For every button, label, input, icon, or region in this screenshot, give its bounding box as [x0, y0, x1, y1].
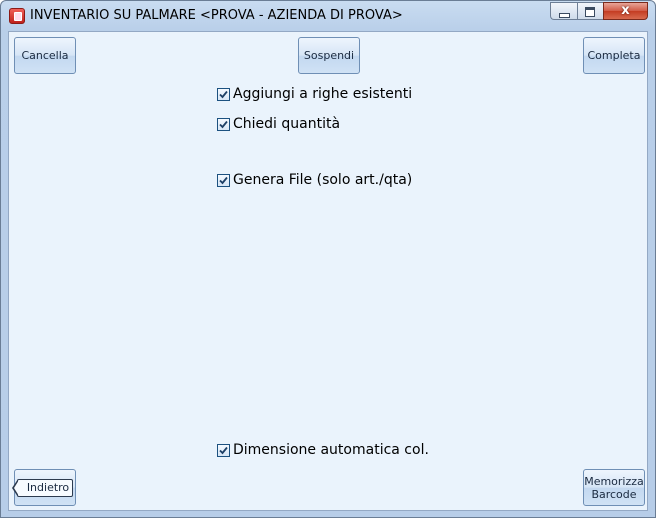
cancel-button[interactable]: Cancella [14, 37, 76, 74]
close-button[interactable]: x [603, 2, 648, 20]
maximize-button[interactable] [577, 2, 603, 20]
save-barcode-line1: Memorizza [584, 474, 644, 488]
checkbox-auto-column-size[interactable] [217, 443, 230, 457]
suspend-button[interactable]: Sospendi [298, 37, 360, 74]
client-area: Cancella Sospendi Completa Aggiungi a ri… [8, 31, 648, 511]
cancel-button-label: Cancella [21, 49, 69, 62]
option-label: Chiedi quantità [233, 116, 341, 132]
back-arrow-icon: Indietro [11, 478, 74, 497]
option-ask-quantity[interactable]: Chiedi quantità [217, 114, 340, 134]
app-icon[interactable] [9, 8, 25, 24]
option-add-to-existing-rows[interactable]: Aggiungi a righe esistenti [217, 84, 412, 104]
option-label: Aggiungi a righe esistenti [233, 86, 413, 102]
checkmark-icon [219, 120, 228, 128]
close-icon: x [621, 3, 630, 18]
complete-button[interactable]: Completa [583, 37, 645, 74]
suspend-button-label: Sospendi [303, 49, 355, 62]
option-label: Genera File (solo art./qta) [233, 172, 413, 188]
back-button-label: Indietro [26, 481, 70, 494]
app-window: INVENTARIO SU PALMARE <PROVA - AZIENDA D… [0, 0, 656, 518]
window-title: INVENTARIO SU PALMARE <PROVA - AZIENDA D… [30, 8, 403, 23]
checkmark-icon [219, 176, 228, 184]
back-button[interactable]: Indietro [11, 469, 76, 506]
window-controls: x [550, 2, 648, 22]
minimize-button[interactable] [550, 2, 577, 20]
save-barcode-button-label: Memorizza Barcode [584, 475, 644, 501]
title-bar[interactable]: INVENTARIO SU PALMARE <PROVA - AZIENDA D… [1, 1, 655, 31]
checkbox-add-to-existing-rows[interactable] [217, 87, 230, 101]
option-label: Dimensione automatica col. [233, 442, 429, 458]
complete-button-label: Completa [587, 49, 641, 62]
option-generate-file[interactable]: Genera File (solo art./qta) [217, 170, 412, 190]
save-barcode-line2: Barcode [591, 487, 637, 501]
option-auto-column-size[interactable]: Dimensione automatica col. [217, 440, 429, 460]
checkbox-ask-quantity[interactable] [217, 117, 230, 131]
save-barcode-button[interactable]: Memorizza Barcode [583, 469, 645, 506]
checkmark-icon [219, 90, 228, 98]
checkmark-icon [219, 446, 228, 454]
checkbox-generate-file[interactable] [217, 173, 230, 187]
